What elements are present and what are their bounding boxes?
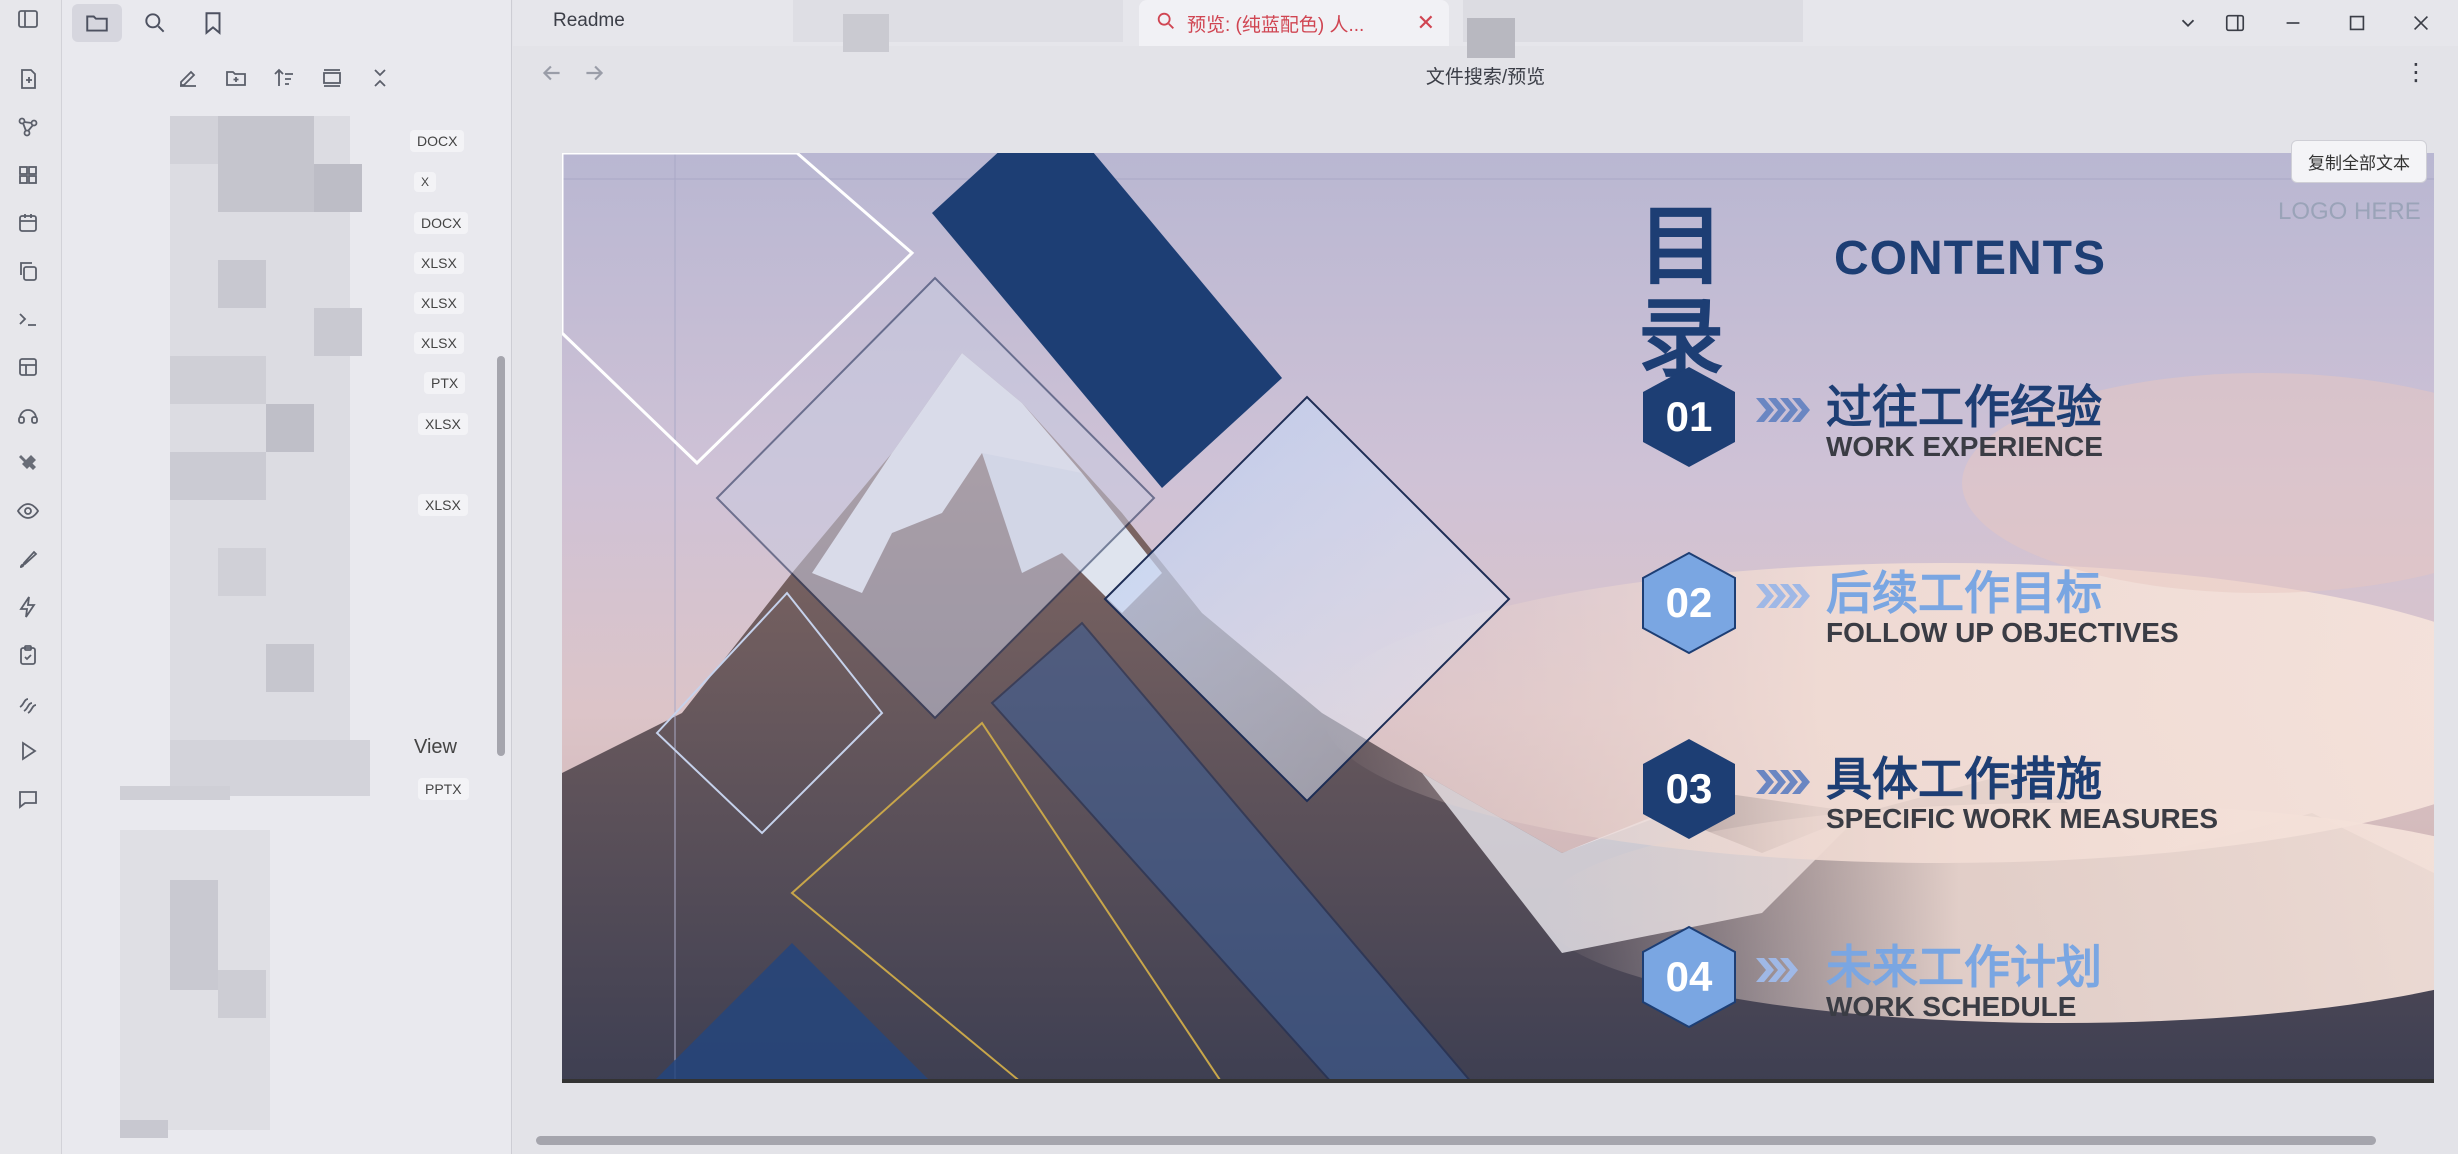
file-type-badge: XLSX <box>414 332 464 354</box>
item-title-en: FOLLOW UP OBJECTIVES <box>1826 617 2179 648</box>
copy-icon[interactable] <box>11 254 45 288</box>
item-number-hexagon: 04 <box>1641 925 1737 1029</box>
item-title-cn: 未来工作计划 <box>1826 940 2102 994</box>
new-folder-icon[interactable] <box>220 62 252 94</box>
sidebar-actions <box>172 62 396 94</box>
chain-icon[interactable] <box>11 686 45 720</box>
page-title: 文件搜索/预览 <box>1425 67 1546 88</box>
more-options-icon[interactable]: ⋮ <box>2404 58 2428 87</box>
split-view-icon[interactable] <box>2215 6 2255 40</box>
collapse-all-icon[interactable] <box>364 62 396 94</box>
horizontal-scrollbar[interactable] <box>536 1136 2376 1145</box>
grid-icon[interactable] <box>11 158 45 192</box>
left-ribbon <box>0 0 62 1154</box>
view-label: View <box>414 736 457 758</box>
item-title-cn: 具体工作措施 <box>1826 752 2102 806</box>
file-type-badge: DOCX <box>410 130 465 152</box>
item-number-hexagon: 03 <box>1641 737 1737 841</box>
terminal-icon[interactable] <box>11 302 45 336</box>
item-number: 01 <box>1665 393 1713 440</box>
maximize-icon[interactable] <box>2337 6 2377 40</box>
tab-search-preview[interactable]: 预览: (纯蓝配色) 人... ✕ <box>1139 0 1449 46</box>
tab-search-label: 预览: (纯蓝配色) 人... <box>1187 14 1365 36</box>
clipboard-icon[interactable] <box>11 638 45 672</box>
new-note-icon[interactable] <box>11 62 45 96</box>
file-type-badge: XLSX <box>418 413 468 435</box>
eye-icon[interactable] <box>11 494 45 528</box>
search-tab-icon[interactable] <box>130 4 180 42</box>
file-type-badge: XLSX <box>414 252 464 274</box>
comment-icon[interactable] <box>11 782 45 816</box>
layout-icon[interactable] <box>11 350 45 384</box>
sidebar-toggle-icon[interactable] <box>11 2 45 36</box>
item-title-cn: 后续工作目标 <box>1826 566 2102 620</box>
tab-readme[interactable]: Readme <box>553 10 625 32</box>
item-title-en: WORK SCHEDULE <box>1826 991 2077 1022</box>
search-icon <box>1155 10 1177 37</box>
slide-preview: LOGO HERE 目录 CONTENTS 01 过往工作经验 WORK EXP… <box>562 153 2434 1083</box>
brush-icon[interactable] <box>11 542 45 576</box>
file-type-badge: PTX <box>424 372 466 394</box>
close-window-icon[interactable] <box>2401 6 2441 40</box>
play-icon[interactable] <box>11 734 45 768</box>
new-note-button-icon[interactable] <box>172 62 204 94</box>
slide-heading-mulu: 目录 <box>1638 197 1724 389</box>
collapse-view-icon[interactable] <box>316 62 348 94</box>
item-number: 04 <box>1665 953 1713 1000</box>
minimize-icon[interactable] <box>2273 6 2313 40</box>
item-number-hexagon: 02 <box>1641 551 1737 655</box>
file-explorer-sidebar: DOCX X DOCX XLSX XLSX XLSX PTX XLSX XLSX… <box>62 0 512 1154</box>
logo-placeholder: LOGO HERE <box>2278 198 2421 225</box>
folder-tab-icon[interactable] <box>72 4 122 42</box>
file-type-badge: X <box>414 172 437 192</box>
headset-icon[interactable] <box>11 398 45 432</box>
graph-icon[interactable] <box>11 110 45 144</box>
item-title-cn: 过往工作经验 <box>1826 380 2102 434</box>
item-number: 02 <box>1665 579 1713 626</box>
chevron-down-icon[interactable] <box>2168 6 2208 40</box>
slide-heading-contents: CONTENTS <box>1834 232 2106 285</box>
file-type-badge: XLSX <box>418 494 468 516</box>
item-number: 03 <box>1665 765 1713 812</box>
nav-bar: 文件搜索/预览 ⋮ <box>513 46 2458 100</box>
sidebar-tab-bar <box>62 0 512 46</box>
copy-all-text-button[interactable]: 复制全部文本 <box>2291 140 2427 183</box>
lightning-icon[interactable] <box>11 590 45 624</box>
sidebar-scrollbar[interactable] <box>497 356 505 756</box>
file-type-badge: XLSX <box>414 292 464 314</box>
sort-icon[interactable] <box>268 62 300 94</box>
item-number-hexagon: 01 <box>1641 365 1737 469</box>
bookmark-tab-icon[interactable] <box>188 4 238 42</box>
tools-icon[interactable] <box>11 446 45 480</box>
item-title-en: WORK EXPERIENCE <box>1826 431 2103 462</box>
file-type-badge: PPTX <box>418 778 469 800</box>
item-title-en: SPECIFIC WORK MEASURES <box>1826 803 2219 834</box>
file-type-badge: DOCX <box>414 212 469 234</box>
main-pane: Readme 预览: (纯蓝配色) 人... ✕ 文件搜索/预览 ⋮ LOGO … <box>513 0 2458 1154</box>
close-tab-icon[interactable]: ✕ <box>1417 10 1435 36</box>
tab-bar: Readme 预览: (纯蓝配色) 人... ✕ <box>513 0 2458 58</box>
calendar-icon[interactable] <box>11 206 45 240</box>
